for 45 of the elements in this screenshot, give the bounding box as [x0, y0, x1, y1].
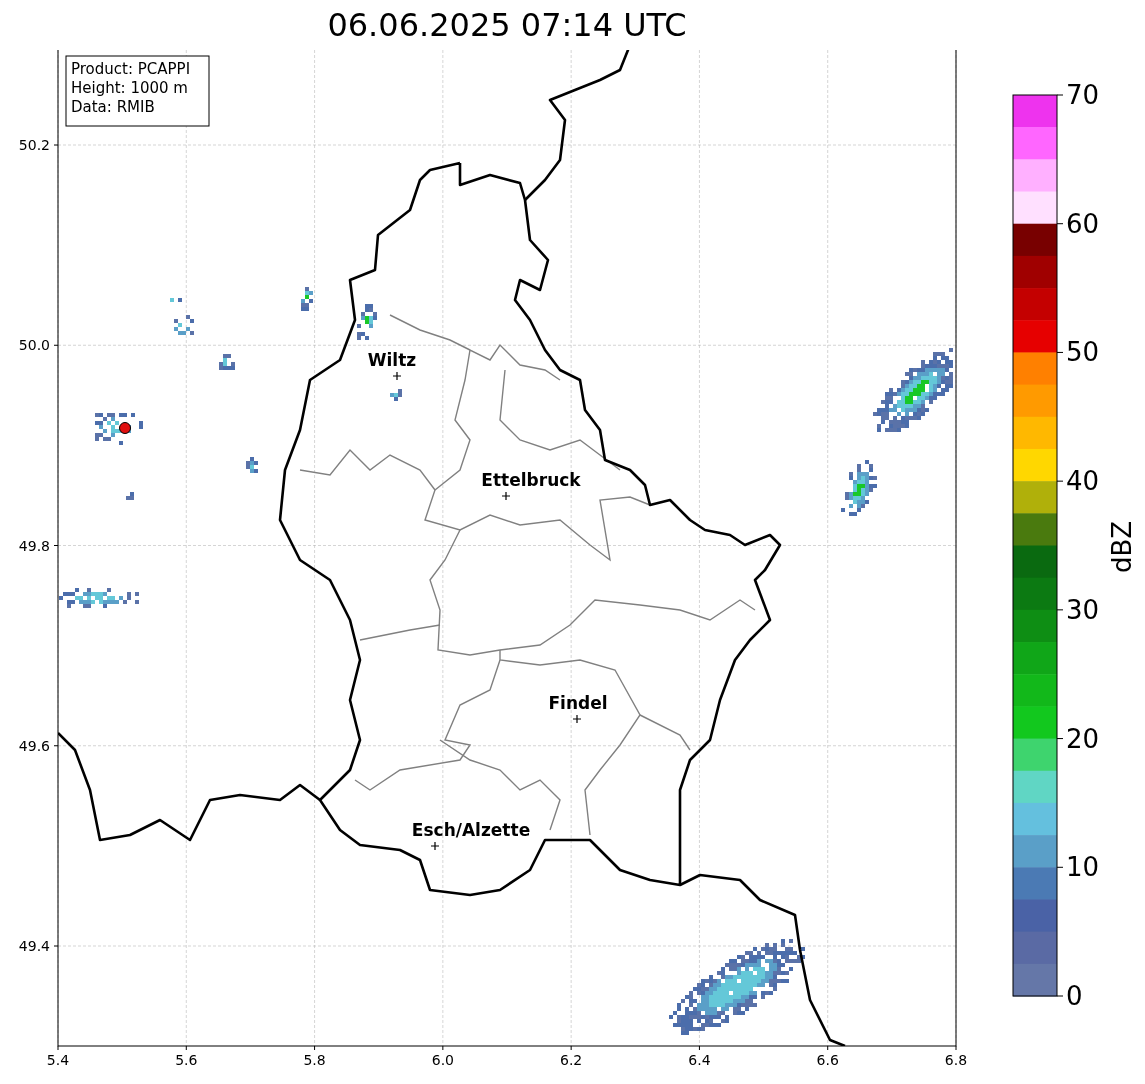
chart-title: 06.06.2025 07:14 UTC — [327, 6, 687, 44]
place-marker-icon — [501, 491, 511, 501]
radar-echo — [301, 287, 313, 311]
radar-echo — [170, 298, 182, 302]
radar-echo — [841, 460, 877, 516]
colorbar-tick-label: 20 — [1066, 723, 1100, 754]
tick-label: 49.8 — [18, 537, 50, 554]
radar-echo — [174, 315, 194, 335]
radar-echo — [219, 354, 235, 370]
place-marker-icon — [392, 371, 402, 381]
colorbar-tick-label: 0 — [1066, 981, 1083, 1011]
tick-label: 49.6 — [18, 737, 50, 754]
place-label: Findel — [548, 693, 608, 713]
tick-label: 6.8 — [944, 1052, 968, 1068]
colorbar-tick-label: 70 — [1066, 80, 1100, 110]
tick-label: 6.4 — [688, 1052, 711, 1068]
colorbar-tick-label: 10 — [1066, 852, 1100, 883]
info-text: Data: RMIB — [71, 98, 155, 116]
tick-label: 50.0 — [18, 337, 50, 354]
tick-label: 6.6 — [816, 1052, 839, 1068]
info-text: Height: 1000 m — [71, 79, 188, 97]
place-marker-icon — [572, 714, 582, 724]
radar-echo — [390, 389, 402, 401]
info-text: Product: PCAPPI — [71, 60, 191, 78]
colorbar-tick-label: 30 — [1066, 594, 1100, 625]
place-label: Ettelbruck — [481, 470, 581, 490]
radar-echo — [95, 413, 143, 445]
radar-echo — [126, 492, 134, 500]
tick-label: 5.4 — [46, 1052, 70, 1068]
tick-label: 5.6 — [175, 1052, 198, 1068]
colorbar-label: dBZ — [1107, 520, 1137, 574]
colorbar-tick-label: 50 — [1066, 337, 1100, 368]
tick-label: 5.8 — [303, 1052, 326, 1068]
place-marker-icon — [430, 841, 440, 851]
place-label: Esch/Alzette — [411, 820, 531, 840]
tick-label: 49.4 — [18, 938, 50, 954]
radar-echo — [246, 457, 258, 473]
radar-echo — [357, 304, 377, 340]
place-label: Wiltz — [367, 350, 417, 370]
colorbar-tick-label: 60 — [1066, 208, 1100, 239]
tick-label: 6.2 — [560, 1052, 583, 1068]
colorbar-tick-label: 40 — [1066, 466, 1100, 497]
tick-label: 6.0 — [431, 1052, 454, 1068]
tick-label: 50.2 — [18, 137, 50, 153]
radar-site-marker — [119, 422, 131, 434]
